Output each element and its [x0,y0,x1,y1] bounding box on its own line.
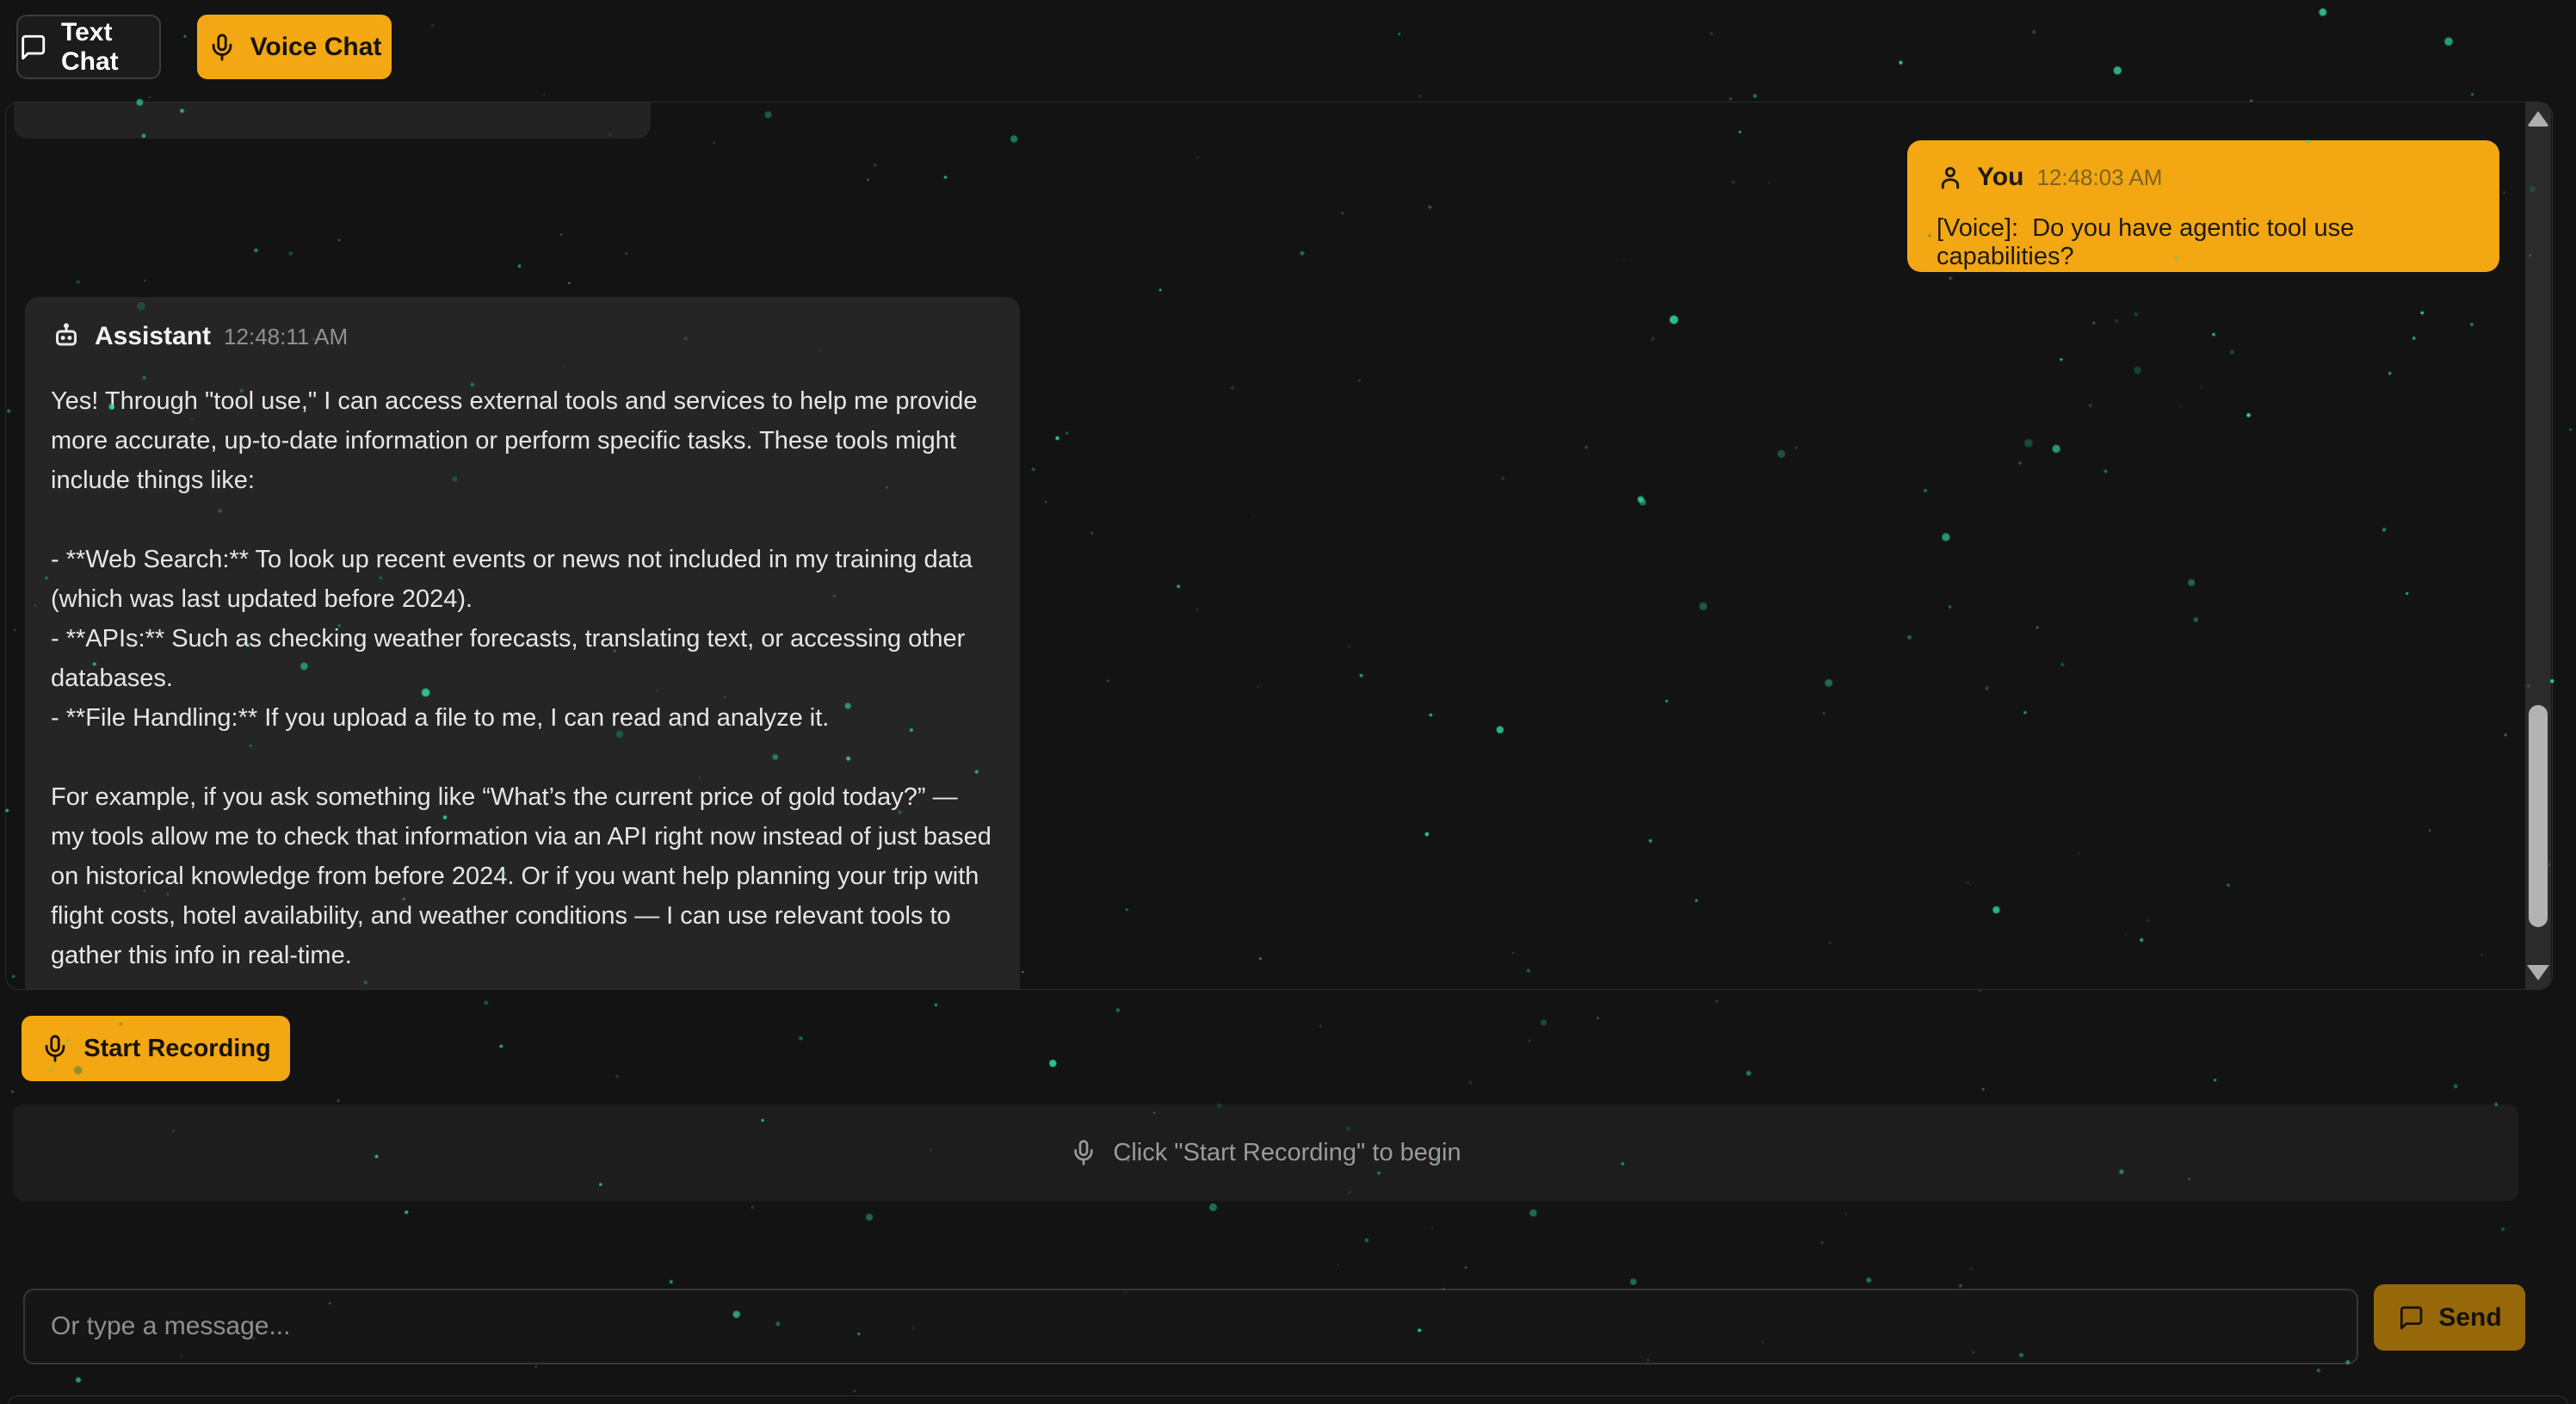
start-recording-button[interactable]: Start Recording [22,1016,290,1081]
recording-status-panel: Click "Start Recording" to begin [13,1104,2518,1201]
tab-text-chat-label: Text Chat [61,18,159,77]
assistant-paragraph: Yes! Through "tool use," I can access ex… [51,381,994,500]
assistant-message-bubble: Assistant 12:48:11 AM Yes! Through "tool… [25,297,1020,990]
user-message-text: [Voice]: Do you have agentic tool use ca… [1937,214,2470,271]
assistant-paragraph: - **Web Search:** To look up recent even… [51,540,994,738]
microphone-icon [207,33,237,62]
bottom-section-divider [7,1395,2569,1404]
assistant-message-header: Assistant 12:48:11 AM [51,321,994,352]
assistant-message-sender: Assistant [95,322,211,351]
start-recording-label: Start Recording [83,1035,271,1063]
assistant-paragraph: For example, if you ask something like “… [51,777,994,975]
top-bar: Text Chat Voice Chat [0,0,2576,100]
user-message-header: You 12:48:03 AM [1937,163,2470,192]
chat-bubble-icon [18,33,47,62]
scroll-down-arrow[interactable] [2527,965,2549,980]
chat-bubble-icon [2397,1304,2425,1332]
user-icon [1937,164,1964,191]
robot-icon [51,321,82,352]
user-message-sender: You [1977,163,2023,192]
assistant-message-timestamp: 12:48:11 AM [224,324,348,350]
send-button-label: Send [2438,1303,2501,1333]
user-message-timestamp: 12:48:03 AM [2036,164,2162,191]
send-button[interactable]: Send [2374,1284,2525,1351]
tab-text-chat[interactable]: Text Chat [16,15,161,79]
microphone-icon [40,1034,70,1063]
message-input[interactable] [23,1289,2358,1364]
scrollbar-thumb[interactable] [2529,705,2548,927]
tab-voice-chat-label: Voice Chat [250,33,382,62]
user-message-bubble: You 12:48:03 AM [Voice]: Do you have age… [1907,140,2499,272]
recording-status-text: Click "Start Recording" to begin [1113,1139,1461,1167]
chat-message-area: You 12:48:03 AM [Voice]: Do you have age… [5,102,2553,990]
previous-message-partial [14,102,651,139]
microphone-icon [1070,1139,1097,1166]
assistant-message-body: Yes! Through "tool use," I can access ex… [51,381,994,975]
chat-scrollbar[interactable] [2525,102,2551,989]
tab-voice-chat[interactable]: Voice Chat [197,15,392,79]
scroll-up-arrow[interactable] [2527,111,2549,127]
